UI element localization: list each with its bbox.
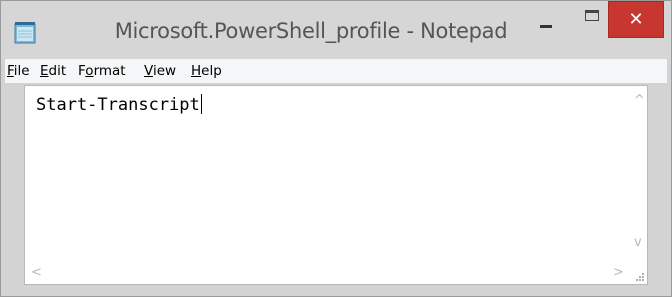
menu-help-accel: H <box>191 63 202 79</box>
menu-view[interactable]: View <box>144 63 176 79</box>
menu-format-label: rmat <box>93 63 126 79</box>
close-button[interactable]: ✕ <box>608 1 664 38</box>
menu-edit-label: dit <box>48 63 67 79</box>
title-bar[interactable]: Microsoft.PowerShell_profile - Notepad ✕ <box>1 1 671 59</box>
menu-edit-accel: E <box>40 63 49 79</box>
scroll-right-icon[interactable]: > <box>613 266 624 279</box>
resize-grip-icon[interactable] <box>633 270 645 282</box>
text-editor[interactable]: Start-Transcript ^ v < > <box>24 85 648 285</box>
menu-view-accel: V <box>144 63 153 79</box>
scroll-up-icon[interactable]: ^ <box>634 94 645 107</box>
window-title: Microsoft.PowerShell_profile - Notepad <box>114 19 508 43</box>
notepad-window: Microsoft.PowerShell_profile - Notepad ✕… <box>0 0 672 297</box>
menu-bar: File Edit Format View Help <box>5 59 667 83</box>
maximize-icon <box>585 9 599 21</box>
menu-view-label: iew <box>152 63 177 79</box>
vertical-scrollbar[interactable]: ^ v <box>630 86 647 261</box>
editor-content[interactable]: Start-Transcript <box>36 94 202 115</box>
scroll-left-icon[interactable]: < <box>31 266 42 279</box>
editor-text: Start-Transcript <box>36 95 200 115</box>
menu-help[interactable]: Help <box>191 63 222 79</box>
menu-help-label: elp <box>201 63 222 79</box>
scroll-down-icon[interactable]: v <box>634 236 642 249</box>
text-caret <box>200 94 202 114</box>
horizontal-scrollbar[interactable]: < > <box>25 261 630 284</box>
menu-format-accel: o <box>85 63 94 79</box>
menu-edit[interactable]: Edit <box>40 63 66 79</box>
menu-file-label: ile <box>13 63 30 79</box>
close-icon: ✕ <box>628 9 644 30</box>
menu-file[interactable]: File <box>7 63 30 79</box>
minimize-button[interactable] <box>523 1 569 41</box>
minimize-icon <box>540 24 552 28</box>
menu-format[interactable]: Format <box>78 63 126 79</box>
menu-file-accel: F <box>7 63 14 79</box>
